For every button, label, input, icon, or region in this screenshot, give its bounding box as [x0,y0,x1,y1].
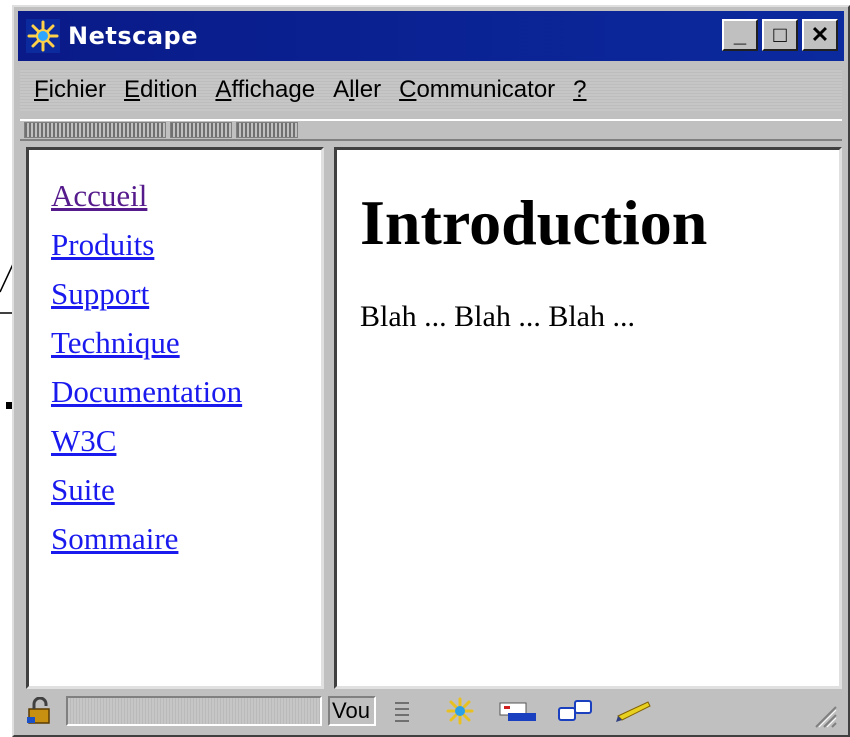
nav-link-technique[interactable]: Technique [51,325,180,360]
discussion-icon[interactable] [556,696,596,726]
content-frame: Introduction Blah ... Blah ... Blah ... [334,147,842,689]
close-button[interactable]: ✕ [802,19,838,51]
nav-link-suite[interactable]: Suite [51,472,115,507]
menu-edition[interactable]: Edition [124,76,197,104]
page-text: Blah ... Blah ... Blah ... [360,300,635,333]
list-item: Technique [51,325,321,374]
nav-link-accueil[interactable]: Accueil [51,178,147,213]
nav-link-w3c[interactable]: W3C [51,423,116,458]
nav-link-produits[interactable]: Produits [51,227,154,262]
list-item: Produits [51,227,321,276]
list-item: W3C [51,423,321,472]
nav-link-support[interactable]: Support [51,276,149,311]
minimize-icon: _ [733,22,747,47]
menu-fichier[interactable]: Fichier [34,76,106,104]
status-text: Vou [328,696,376,726]
page-title: Introduction [360,187,708,258]
status-bar: Vou [20,691,842,731]
netscape-logo-icon [26,19,60,53]
list-item: Documentation [51,374,321,423]
maximize-button[interactable]: □ [762,19,798,51]
title-bar[interactable]: Netscape _ □ ✕ [18,11,844,61]
resize-grip-icon[interactable] [810,701,838,729]
mail-icon[interactable] [498,696,538,726]
collapsed-toolbars [20,119,842,141]
menu-affichage[interactable]: Affichage [215,76,315,104]
progress-indicator [66,696,322,726]
menu-communicator[interactable]: Communicator [399,76,555,104]
menu-bar: Fichier Edition Affichage Aller Communic… [20,69,842,111]
browser-window: Netscape _ □ ✕ Fichier Edition Affichage… [12,5,850,737]
security-lock-icon[interactable] [20,694,60,728]
minimize-button[interactable]: _ [722,19,758,51]
list-item: Suite [51,472,321,521]
list-item: Sommaire [51,521,321,570]
menu-aller[interactable]: Aller [333,76,381,104]
maximize-icon: □ [773,22,787,47]
nav-link-sommaire[interactable]: Sommaire [51,521,178,556]
nav-list: Accueil Produits Support Technique Docum… [29,150,321,570]
list-icon [382,696,422,726]
navigator-icon[interactable] [440,696,480,726]
nav-link-documentation[interactable]: Documentation [51,374,242,409]
close-icon: ✕ [810,22,830,47]
window-title: Netscape [68,22,198,50]
navigation-frame: Accueil Produits Support Technique Docum… [26,147,324,689]
menu-help[interactable]: ? [573,76,586,104]
composer-icon[interactable] [614,696,654,726]
list-item: Support [51,276,321,325]
toolbar-grip-navigation[interactable] [24,122,166,138]
toolbar-grip-personal[interactable] [236,122,298,138]
list-item: Accueil [51,178,321,227]
toolbar-grip-location[interactable] [170,122,232,138]
